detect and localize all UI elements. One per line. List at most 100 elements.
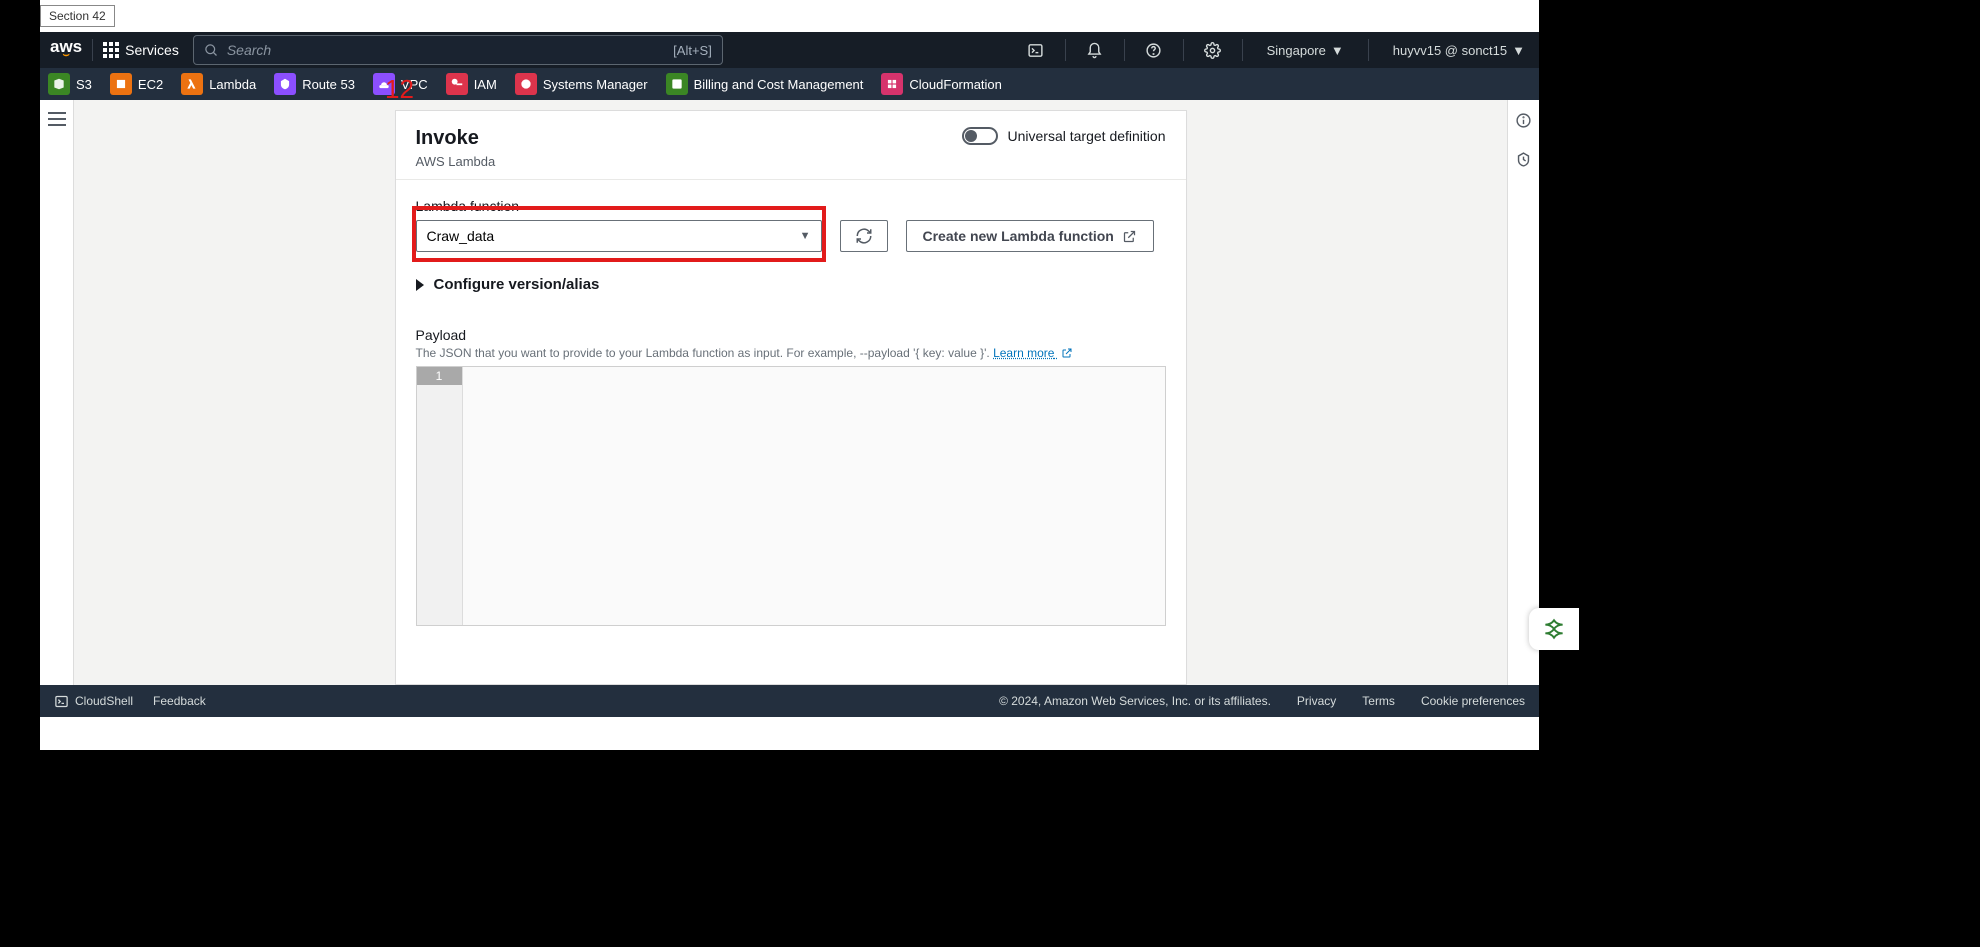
s3-icon (48, 73, 70, 95)
editor-textarea[interactable] (463, 367, 1165, 625)
lambda-select-wrap: Craw_data ▼ (416, 220, 822, 252)
divider (1065, 39, 1066, 61)
systems-manager-icon (515, 73, 537, 95)
assistant-icon (1541, 616, 1567, 642)
divider (1124, 39, 1125, 61)
billing-icon (666, 73, 688, 95)
universal-target-toggle[interactable] (962, 127, 998, 145)
account-label: huyvv15 @ sonct15 (1393, 43, 1507, 58)
search-hint: [Alt+S] (673, 43, 712, 58)
left-rail (40, 100, 74, 685)
external-link-icon (1061, 347, 1073, 359)
lambda-function-select[interactable]: Craw_data ▼ (416, 220, 822, 252)
shortcut-lambda[interactable]: Lambda (181, 73, 256, 95)
learn-more-link[interactable]: Learn more (993, 346, 1073, 360)
info-icon[interactable] (1515, 112, 1532, 129)
ec2-icon (110, 73, 132, 95)
invoke-panel: Invoke AWS Lambda Universal target defin… (395, 110, 1187, 685)
shortcut-iam[interactable]: IAM (446, 73, 497, 95)
create-lambda-button[interactable]: Create new Lambda function (906, 220, 1154, 252)
bottom-bar-left: CloudShell Feedback (54, 694, 206, 709)
feedback-link[interactable]: Feedback (153, 694, 206, 708)
top-nav: aws⌣ Services Search [Alt+S] (40, 32, 1539, 68)
shortcut-label: EC2 (138, 77, 163, 92)
lambda-select-row: Craw_data ▼ Create new Lambda function (416, 220, 1166, 252)
divider (92, 39, 93, 61)
shortcut-label: CloudFormation (909, 77, 1002, 92)
search-placeholder: Search (227, 42, 271, 58)
region-label: Singapore (1267, 43, 1326, 58)
lambda-icon (181, 73, 203, 95)
search-input[interactable]: Search [Alt+S] (193, 35, 723, 65)
configure-version-alias-expander[interactable]: Configure version/alias (416, 276, 1166, 293)
bottom-bar-right: © 2024, Amazon Web Services, Inc. or its… (999, 694, 1525, 708)
panel-title: Invoke (416, 127, 496, 150)
iam-icon (446, 73, 468, 95)
external-link-icon (1122, 229, 1137, 244)
lambda-function-value: Craw_data (427, 228, 495, 244)
copyright: © 2024, Amazon Web Services, Inc. or its… (999, 694, 1271, 708)
terms-link[interactable]: Terms (1362, 694, 1395, 708)
cloudshell-icon[interactable] (1017, 32, 1055, 68)
hamburger-icon[interactable] (48, 112, 66, 685)
clock-icon[interactable] (1515, 151, 1532, 168)
search-icon (204, 43, 219, 58)
line-number: 1 (417, 367, 462, 385)
notifications-icon[interactable] (1076, 32, 1114, 68)
configure-label: Configure version/alias (434, 276, 600, 293)
shortcut-label: Route 53 (302, 77, 355, 92)
shortcut-route53[interactable]: Route 53 (274, 73, 355, 95)
assistant-fab[interactable] (1529, 608, 1579, 650)
divider (1183, 39, 1184, 61)
payload-label: Payload (416, 327, 1166, 343)
section-label: Section 42 (40, 5, 115, 27)
main-center: Invoke AWS Lambda Universal target defin… (74, 100, 1507, 685)
chevron-down-icon: ▼ (1512, 43, 1525, 58)
shortcut-systems-manager[interactable]: Systems Manager (515, 73, 648, 95)
help-icon[interactable] (1135, 32, 1173, 68)
shortcut-s3[interactable]: S3 (48, 73, 92, 95)
privacy-link[interactable]: Privacy (1297, 694, 1336, 708)
app-frame: aws⌣ Services Search [Alt+S] (40, 0, 1539, 750)
topnav-right: Singapore ▼ huyvv15 @ sonct15 ▼ (1017, 32, 1539, 68)
bottom-bar: CloudShell Feedback © 2024, Amazon Web S… (40, 685, 1539, 717)
universal-target-toggle-row: Universal target definition (962, 127, 1166, 145)
payload-description: The JSON that you want to provide to you… (416, 346, 1166, 360)
cloudformation-icon (881, 73, 903, 95)
panel-body: 12 Lambda function Craw_data ▼ (396, 180, 1186, 644)
editor-gutter: 1 (417, 367, 463, 625)
cookie-link[interactable]: Cookie preferences (1421, 694, 1525, 708)
panel-header: Invoke AWS Lambda Universal target defin… (396, 111, 1186, 180)
shortcut-ec2[interactable]: EC2 (110, 73, 163, 95)
settings-icon[interactable] (1194, 32, 1232, 68)
shortcut-label: Lambda (209, 77, 256, 92)
payload-editor[interactable]: 1 (416, 366, 1166, 626)
grid-icon (103, 42, 119, 58)
cloudshell-button[interactable]: CloudShell (54, 694, 133, 709)
annotation-number: 12 (385, 100, 414, 105)
shortcut-cloudformation[interactable]: CloudFormation (881, 73, 1002, 95)
panel-subtitle: AWS Lambda (416, 154, 496, 169)
cloudshell-label: CloudShell (75, 694, 133, 708)
shortcut-label: Systems Manager (543, 77, 648, 92)
refresh-icon (855, 227, 873, 245)
chevron-down-icon: ▼ (800, 230, 811, 242)
shortcut-label: S3 (76, 77, 92, 92)
shortcut-billing[interactable]: Billing and Cost Management (666, 73, 864, 95)
divider (1368, 39, 1369, 61)
right-rail (1507, 100, 1539, 685)
shortcut-label: IAM (474, 77, 497, 92)
divider (1242, 39, 1243, 61)
payload-desc-text: The JSON that you want to provide to you… (416, 346, 994, 360)
aws-logo[interactable]: aws⌣ (50, 41, 82, 60)
services-label: Services (125, 42, 179, 58)
create-lambda-label: Create new Lambda function (923, 228, 1114, 244)
region-selector[interactable]: Singapore ▼ (1253, 32, 1358, 68)
learn-more-text: Learn more (993, 346, 1054, 360)
chevron-down-icon: ▼ (1331, 43, 1344, 58)
services-menu[interactable]: Services (103, 42, 179, 58)
shortcut-bar: S3 EC2 Lambda Route 53 VPC IAM Systems M… (40, 68, 1539, 100)
refresh-button[interactable] (840, 220, 888, 252)
content-area: Invoke AWS Lambda Universal target defin… (40, 100, 1539, 685)
account-selector[interactable]: huyvv15 @ sonct15 ▼ (1379, 32, 1539, 68)
